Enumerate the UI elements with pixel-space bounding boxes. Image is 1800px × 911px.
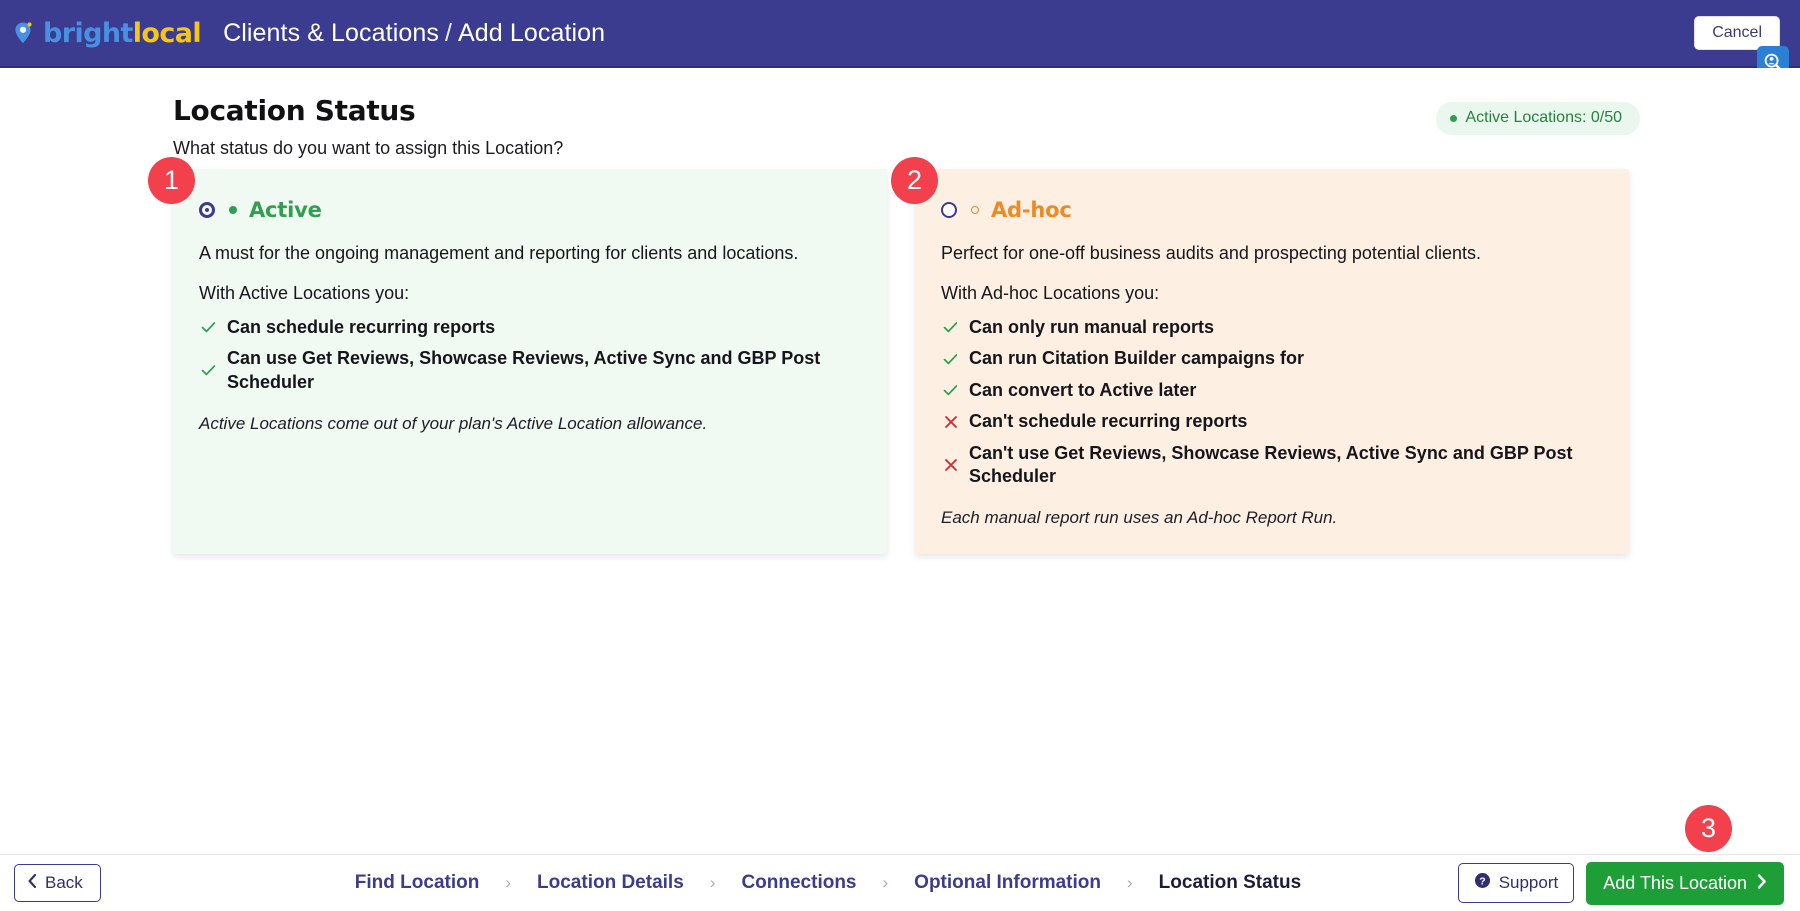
- feature-label: Can't schedule recurring reports: [969, 410, 1247, 433]
- status-card-active-header: Active: [199, 197, 857, 223]
- check-icon: [943, 353, 958, 366]
- feature-item: Can only run manual reports: [943, 316, 1583, 339]
- feature-label: Can only run manual reports: [969, 316, 1214, 339]
- active-locations-label: Active Locations: 0/50: [1465, 109, 1622, 127]
- feature-label: Can run Citation Builder campaigns for: [969, 347, 1304, 370]
- logo-text-local: local: [133, 18, 201, 49]
- step-separator-icon: ›: [710, 873, 716, 893]
- page-subtitle: What status do you want to assign this L…: [173, 138, 563, 159]
- feature-label: Can schedule recurring reports: [227, 316, 495, 339]
- footer-bar: Back Find Location › Location Details › …: [0, 854, 1800, 911]
- back-button[interactable]: Back: [14, 864, 101, 902]
- active-locations-badge: Active Locations: 0/50: [1436, 102, 1640, 135]
- breadcrumb-parent[interactable]: Clients & Locations: [223, 19, 439, 47]
- add-this-location-label: Add This Location: [1603, 873, 1747, 894]
- status-card-adhoc-lead: With Ad-hoc Locations you:: [941, 283, 1599, 304]
- annotation-marker-3: 3: [1685, 805, 1732, 852]
- page-title: Location Status: [173, 94, 415, 127]
- radio-adhoc[interactable]: [941, 202, 957, 218]
- status-card-group: Active A must for the ongoing management…: [173, 169, 1629, 554]
- breadcrumb: Clients & Locations/Add Location: [223, 19, 605, 48]
- annotation-marker-1: 1: [148, 157, 195, 204]
- feature-item: Can use Get Reviews, Showcase Reviews, A…: [201, 347, 841, 394]
- check-icon: [201, 321, 216, 334]
- feature-label: Can use Get Reviews, Showcase Reviews, A…: [227, 347, 841, 394]
- status-card-active-title: Active: [249, 198, 322, 222]
- cancel-button[interactable]: Cancel: [1694, 16, 1780, 50]
- step-location-details[interactable]: Location Details: [537, 872, 684, 894]
- svg-text:?: ?: [1479, 875, 1485, 887]
- top-header-bar: brightlocal Clients & Locations/Add Loca…: [0, 0, 1800, 68]
- status-card-active-note: Active Locations come out of your plan's…: [199, 414, 857, 434]
- status-card-active-description: A must for the ongoing management and re…: [199, 243, 857, 264]
- status-card-active-feature-list: Can schedule recurring reports Can use G…: [201, 316, 857, 394]
- support-button-label: Support: [1499, 873, 1559, 893]
- step-connections[interactable]: Connections: [741, 872, 856, 894]
- chevron-right-icon: [1757, 873, 1767, 894]
- question-circle-icon: ?: [1474, 872, 1491, 894]
- support-button[interactable]: ? Support: [1458, 863, 1575, 903]
- check-icon: [943, 384, 958, 397]
- step-separator-icon: ›: [883, 873, 889, 893]
- back-button-label: Back: [45, 873, 83, 893]
- add-this-location-button[interactable]: Add This Location: [1586, 862, 1784, 905]
- status-card-adhoc-feature-list: Can only run manual reports Can run Cita…: [943, 316, 1599, 488]
- status-card-adhoc-header: Ad-hoc: [941, 197, 1599, 223]
- status-card-adhoc-description: Perfect for one-off business audits and …: [941, 243, 1599, 264]
- logo-text-bright: bright: [43, 18, 133, 49]
- feature-item: Can convert to Active later: [943, 379, 1583, 402]
- feature-item: Can't use Get Reviews, Showcase Reviews,…: [943, 442, 1583, 489]
- breadcrumb-current: Add Location: [458, 19, 605, 47]
- adhoc-bullet-icon: [971, 206, 979, 214]
- footer-actions: ? Support Add This Location: [1458, 862, 1784, 905]
- brightlocal-logo[interactable]: brightlocal: [8, 18, 201, 48]
- feature-label: Can't use Get Reviews, Showcase Reviews,…: [969, 442, 1583, 489]
- cross-icon: [943, 458, 958, 472]
- map-pin-icon: [8, 18, 38, 48]
- status-card-active[interactable]: Active A must for the ongoing management…: [173, 169, 887, 554]
- step-separator-icon: ›: [1127, 873, 1133, 893]
- status-card-active-lead: With Active Locations you:: [199, 283, 857, 304]
- step-optional-information[interactable]: Optional Information: [914, 872, 1101, 894]
- check-icon: [201, 364, 216, 377]
- step-location-status[interactable]: Location Status: [1159, 872, 1302, 894]
- cross-icon: [943, 415, 958, 429]
- step-find-location[interactable]: Find Location: [355, 872, 480, 894]
- active-bullet-icon: [229, 206, 237, 214]
- feature-item: Can't schedule recurring reports: [943, 410, 1583, 433]
- status-dot-icon: [1450, 115, 1457, 122]
- radio-active[interactable]: [199, 202, 215, 218]
- status-card-adhoc-title: Ad-hoc: [991, 198, 1072, 222]
- feature-label: Can convert to Active later: [969, 379, 1196, 402]
- status-card-adhoc[interactable]: Ad-hoc Perfect for one-off business audi…: [915, 169, 1629, 554]
- status-card-adhoc-note: Each manual report run uses an Ad-hoc Re…: [941, 508, 1599, 528]
- breadcrumb-separator: /: [445, 19, 452, 47]
- step-navigation: Find Location › Location Details › Conne…: [355, 872, 1301, 894]
- check-icon: [943, 321, 958, 334]
- step-separator-icon: ›: [505, 873, 511, 893]
- feature-item: Can schedule recurring reports: [201, 316, 841, 339]
- annotation-marker-2: 2: [891, 157, 938, 204]
- chevron-left-icon: [28, 873, 37, 893]
- feature-item: Can run Citation Builder campaigns for: [943, 347, 1583, 370]
